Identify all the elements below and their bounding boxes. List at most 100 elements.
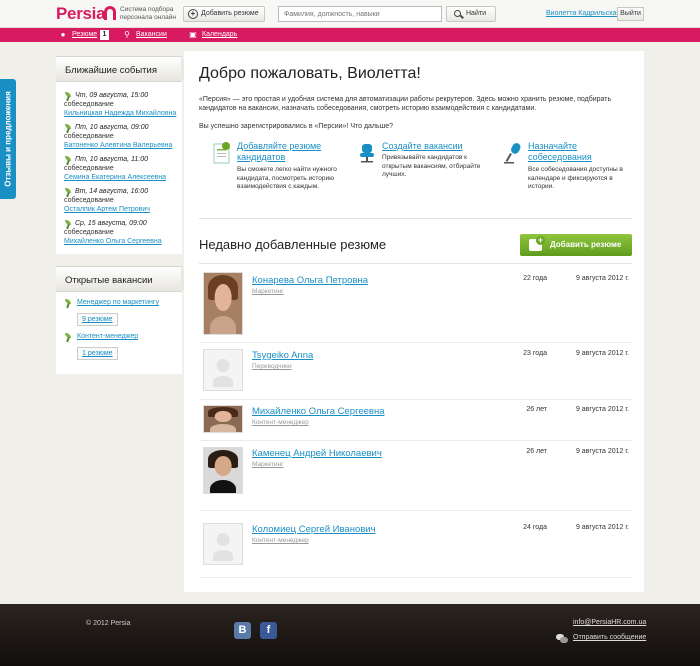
feature-create-vacancy-text: Привязывайте кандидатов к открытым вакан… [382,154,481,178]
add-resume-button-main[interactable]: Добавить резюме [520,234,632,256]
row-divider [199,510,632,511]
event-type: собеседование [64,133,114,140]
event-candidate-link[interactable]: Михайленко Ольга Сергеевна [64,237,182,246]
vkontakte-icon[interactable]: B [234,622,251,639]
resume-name-link[interactable]: Tsygeiko Anna [252,350,313,361]
microphone-icon [504,143,521,164]
plus-icon: + [188,9,198,19]
resume-age: 22 года [523,275,547,282]
calendar-icon: ▣ [189,30,197,39]
event-type: собеседование [64,101,114,108]
main-content: Добро пожаловать, Виолетта! «Персия» — э… [184,51,644,592]
resume-role[interactable]: Маркетинг [252,461,284,468]
leaf-icon [64,156,72,164]
resume-date: 9 августа 2012 г. [575,524,629,531]
resume-date: 9 августа 2012 г. [575,406,629,413]
vacancy-link[interactable]: Менеджер по маркетингу [77,298,182,308]
vacancy-resume-count[interactable]: 1 резюме [77,347,118,360]
microphone-icon: ⚲ [124,30,130,39]
vacancy-item: Контент-менеджер 1 резюме [64,332,182,360]
event-type: собеседование [64,197,114,204]
resume-name-link[interactable]: Коломиец Сергей Иванович [252,524,376,535]
logout-button[interactable]: Выйти [617,7,644,21]
event-item: Чт, 09 августа, 15:00 собеседование Киль… [64,92,182,118]
row-divider [199,577,632,578]
avatar[interactable] [203,272,243,335]
nav-vacancies[interactable]: Вакансии [136,30,167,40]
resumes-count-badge: 1 [100,30,109,40]
add-resume-button[interactable]: + Добавить резюме [183,6,265,22]
resume-date: 9 августа 2012 г. [575,275,629,282]
feature-interviews-text: Все собеседования доступны в календаре и… [528,166,623,190]
search-button[interactable]: Найти [446,6,496,22]
document-icon [213,142,230,164]
feedback-tab-label: Отзывы и предложения [3,91,13,187]
divider [199,263,632,264]
feature-interviews-link[interactable]: Назначайте собеседования [528,141,638,163]
resume-role[interactable]: Контент-менеджер [252,419,309,426]
leaf-icon [64,124,72,132]
avatar-placeholder[interactable] [203,523,243,565]
add-person-icon [529,236,545,251]
chat-bubble-icon [556,634,568,643]
resume-age: 24 года [523,524,547,531]
user-profile-link[interactable]: Виолетта Кадрильская [546,10,620,17]
feature-add-resume-link[interactable]: Добавляйте резюме кандидатов [237,141,347,163]
main-nav: ● Резюме 1 ⚲ Вакансии ▣ Календарь [0,28,700,42]
feature-add-resume-text: Вы сможете легко найти нужного кандидата… [237,166,337,190]
avatar-placeholder[interactable] [203,349,243,391]
event-date: Пт, 10 августа, 11:00 [75,156,148,163]
event-candidate-link[interactable]: Осталпик Артем Петрович [64,205,182,214]
event-date: Ср, 15 августа, 09:00 [75,220,147,227]
intro-text: «Персия» — это простая и удобная система… [199,96,612,112]
feedback-tab[interactable]: Отзывы и предложения [0,79,16,199]
row-divider [199,399,632,400]
feature-create-vacancy-link[interactable]: Создайте вакансии [382,141,492,152]
chair-icon [360,144,374,163]
event-date: Вт, 14 августа, 16:00 [75,188,149,195]
vacancy-link[interactable]: Контент-менеджер [77,332,182,342]
event-candidate-link[interactable]: Кильницкая Надежда Михайловна [64,109,182,118]
resume-name-link[interactable]: Михайленко Ольга Сергеевна [252,406,385,417]
leaf-icon [64,333,72,341]
search-button-label: Найти [466,10,486,17]
events-list: Чт, 09 августа, 15:00 собеседование Киль… [56,82,182,254]
leaf-icon [64,220,72,228]
resume-role[interactable]: Переводчики [252,363,292,370]
sidebar: Ближайшие события Чт, 09 августа, 15:00 … [56,56,191,374]
copyright: © 2012 Persia [86,620,131,627]
resume-age: 26 лет [526,448,547,455]
nav-calendar[interactable]: Календарь [202,30,237,40]
event-date: Чт, 09 августа, 15:00 [75,92,149,99]
page-title: Добро пожаловать, Виолетта! [199,65,421,82]
nav-resumes[interactable]: Резюме [72,30,97,40]
top-bar: Persia Система подбора персонала онлайн … [0,0,700,28]
resume-name-link[interactable]: Конарева Ольга Петровна [252,275,368,286]
row-divider [199,440,632,441]
event-candidate-link[interactable]: Батоненко Алевтина Валерьевна [64,141,182,150]
facebook-icon[interactable]: f [260,622,277,639]
avatar[interactable] [203,447,243,494]
resume-name-link[interactable]: Каменец Андрей Николаевич [252,448,382,459]
vacancies-heading: Открытые вакансии [56,266,191,293]
logo[interactable]: Persia [56,4,106,24]
resume-role[interactable]: Контент-менеджер [252,537,309,544]
vacancy-resume-count[interactable]: 9 резюме [77,313,118,326]
send-message-link[interactable]: Отправить сообщение [573,634,646,641]
event-type: собеседование [64,229,114,236]
divider [199,218,632,219]
resume-age: 23 года [523,350,547,357]
event-item: Пт, 10 августа, 11:00 собеседование Семи… [64,156,182,182]
recent-resumes-heading: Недавно добавленные резюме [199,237,387,252]
leaf-icon [64,299,72,307]
avatar[interactable] [203,405,243,433]
row-divider [199,342,632,343]
event-candidate-link[interactable]: Семина Екатерина Алексеевна [64,173,182,182]
resume-role[interactable]: Маркетинг [252,288,284,295]
contact-email-link[interactable]: info@PersiaHR.com.ua [573,619,646,626]
event-item: Ср, 15 августа, 09:00 собеседование Миха… [64,220,182,246]
leaf-icon [64,92,72,100]
search-input[interactable] [278,6,442,22]
resume-date: 9 августа 2012 г. [575,350,629,357]
event-date: Пт, 10 августа, 09:00 [75,124,149,131]
